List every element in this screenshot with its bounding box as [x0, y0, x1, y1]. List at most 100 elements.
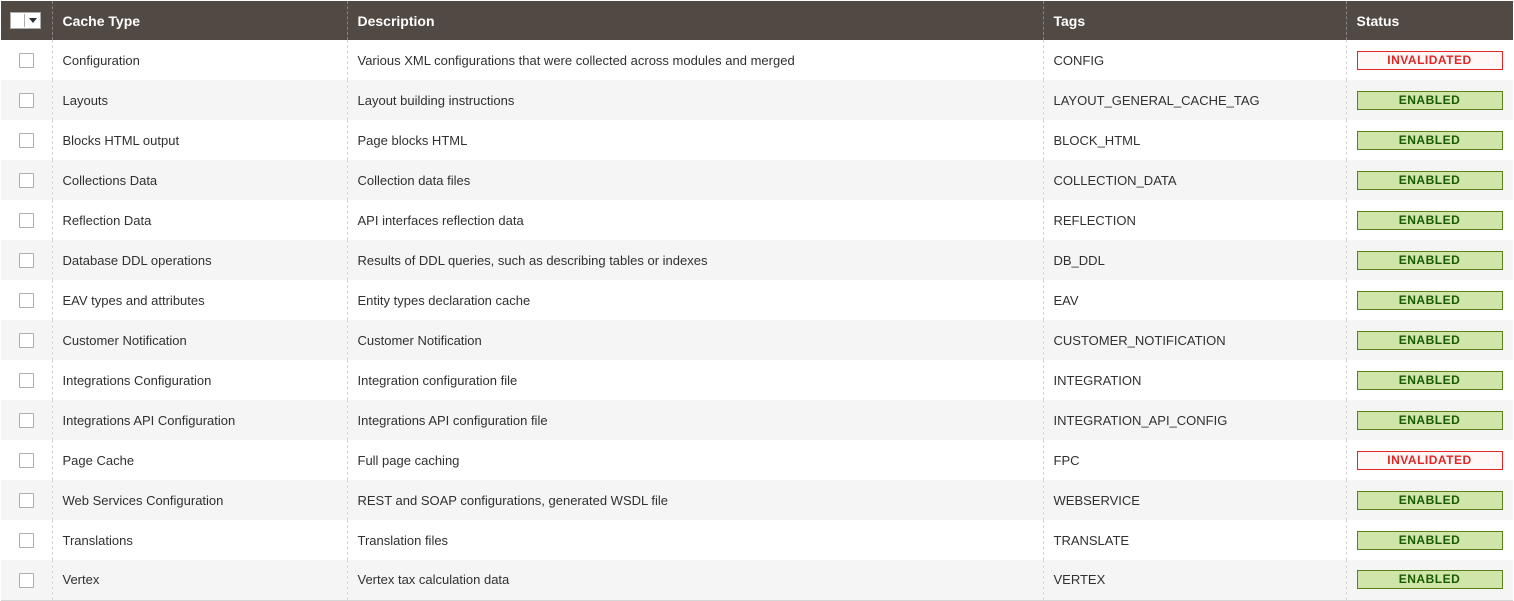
description-cell: API interfaces reflection data — [346, 200, 1043, 240]
grid-body: Configuration Various XML configurations … — [1, 40, 1513, 601]
column-header-cache-type[interactable]: Cache Type — [51, 1, 347, 40]
cache-grid: Cache Type Description Tags Status Confi… — [1, 1, 1513, 601]
cache-type-cell: Vertex — [51, 560, 347, 601]
mass-select-header — [1, 1, 52, 40]
status-cell: INVALIDATED — [1345, 40, 1513, 80]
column-header-status[interactable]: Status — [1345, 1, 1513, 40]
row-checkbox[interactable] — [18, 53, 34, 69]
table-row[interactable]: Blocks HTML output Page blocks HTML BLOCK_… — [1, 120, 1513, 160]
cache-type-cell: Collections Data — [51, 160, 347, 200]
row-checkbox[interactable] — [18, 133, 34, 149]
row-checkbox[interactable] — [18, 413, 34, 429]
status-cell: ENABLED — [1345, 160, 1513, 200]
row-checkbox[interactable] — [18, 373, 34, 389]
description-cell: Layout building instructions — [346, 80, 1043, 120]
table-row[interactable]: Configuration Various XML configurations … — [1, 40, 1513, 80]
tags-cell: COLLECTION_DATA — [1042, 160, 1346, 200]
cache-type-cell: EAV types and attributes — [51, 280, 347, 320]
table-row[interactable]: Web Services Configuration REST and SOAP … — [1, 480, 1513, 520]
status-cell: ENABLED — [1345, 200, 1513, 240]
description-cell: Translation files — [346, 520, 1043, 560]
status-badge: ENABLED — [1356, 170, 1503, 190]
cache-type-cell: Translations — [51, 520, 347, 560]
row-select-cell — [1, 320, 52, 360]
status-badge: ENABLED — [1356, 410, 1503, 430]
row-checkbox[interactable] — [18, 253, 34, 269]
row-select-cell — [1, 560, 52, 601]
description-cell: Customer Notification — [346, 320, 1043, 360]
status-cell: ENABLED — [1345, 240, 1513, 280]
description-cell: Various XML configurations that were col… — [346, 40, 1043, 80]
status-cell: INVALIDATED — [1345, 440, 1513, 480]
row-select-cell — [1, 40, 52, 80]
tags-cell: CONFIG — [1042, 40, 1346, 80]
mass-select-checkbox[interactable] — [11, 14, 25, 28]
grid-header-row: Cache Type Description Tags Status — [1, 1, 1513, 40]
mass-select-control[interactable] — [10, 12, 41, 30]
row-checkbox[interactable] — [18, 93, 34, 109]
status-badge: ENABLED — [1356, 570, 1503, 590]
status-badge: ENABLED — [1356, 530, 1503, 550]
row-select-cell — [1, 200, 52, 240]
status-badge: INVALIDATED — [1356, 450, 1503, 470]
status-badge: ENABLED — [1356, 250, 1503, 270]
row-checkbox[interactable] — [18, 213, 34, 229]
status-cell: ENABLED — [1345, 280, 1513, 320]
status-badge: INVALIDATED — [1356, 50, 1503, 70]
row-select-cell — [1, 480, 52, 520]
cache-type-cell: Customer Notification — [51, 320, 347, 360]
row-checkbox[interactable] — [18, 293, 34, 309]
table-row[interactable]: Vertex Vertex tax calculation data VERTEX E… — [1, 560, 1513, 601]
chevron-down-icon[interactable] — [25, 14, 40, 28]
row-select-cell — [1, 520, 52, 560]
tags-cell: INTEGRATION — [1042, 360, 1346, 400]
column-header-description[interactable]: Description — [346, 1, 1043, 40]
table-row[interactable]: Reflection Data API interfaces reflection… — [1, 200, 1513, 240]
status-badge: ENABLED — [1356, 490, 1503, 510]
status-badge: ENABLED — [1356, 90, 1503, 110]
tags-cell: LAYOUT_GENERAL_CACHE_TAG — [1042, 80, 1346, 120]
tags-cell: VERTEX — [1042, 560, 1346, 601]
table-row[interactable]: Collections Data Collection data files COL… — [1, 160, 1513, 200]
row-checkbox[interactable] — [18, 493, 34, 509]
status-badge: ENABLED — [1356, 370, 1503, 390]
tags-cell: FPC — [1042, 440, 1346, 480]
row-checkbox[interactable] — [18, 173, 34, 189]
description-cell: Vertex tax calculation data — [346, 560, 1043, 601]
table-row[interactable]: Translations Translation files TRANSLATE EN… — [1, 520, 1513, 560]
status-cell: ENABLED — [1345, 480, 1513, 520]
row-checkbox[interactable] — [18, 533, 34, 549]
tags-cell: WEBSERVICE — [1042, 480, 1346, 520]
description-cell: Results of DDL queries, such as describi… — [346, 240, 1043, 280]
row-select-cell — [1, 440, 52, 480]
cache-type-cell: Configuration — [51, 40, 347, 80]
status-cell: ENABLED — [1345, 80, 1513, 120]
status-badge: ENABLED — [1356, 130, 1503, 150]
status-badge: ENABLED — [1356, 210, 1503, 230]
table-row[interactable]: Customer Notification Customer Notificati… — [1, 320, 1513, 360]
table-row[interactable]: Database DDL operations Results of DDL qu… — [1, 240, 1513, 280]
column-header-tags[interactable]: Tags — [1042, 1, 1346, 40]
tags-cell: TRANSLATE — [1042, 520, 1346, 560]
row-select-cell — [1, 400, 52, 440]
status-cell: ENABLED — [1345, 360, 1513, 400]
table-row[interactable]: Page Cache Full page caching FPC INVALIDATE… — [1, 440, 1513, 480]
cache-type-cell: Database DDL operations — [51, 240, 347, 280]
row-checkbox[interactable] — [18, 453, 34, 469]
tags-cell: DB_DDL — [1042, 240, 1346, 280]
row-checkbox[interactable] — [18, 572, 34, 588]
status-cell: ENABLED — [1345, 520, 1513, 560]
table-row[interactable]: EAV types and attributes Entity types dec… — [1, 280, 1513, 320]
cache-type-cell: Web Services Configuration — [51, 480, 347, 520]
status-badge: ENABLED — [1356, 330, 1503, 350]
description-cell: Integration configuration file — [346, 360, 1043, 400]
row-checkbox[interactable] — [18, 333, 34, 349]
cache-type-cell: Integrations Configuration — [51, 360, 347, 400]
tags-cell: REFLECTION — [1042, 200, 1346, 240]
tags-cell: EAV — [1042, 280, 1346, 320]
status-badge: ENABLED — [1356, 290, 1503, 310]
table-row[interactable]: Integrations API Configuration Integratio… — [1, 400, 1513, 440]
table-row[interactable]: Integrations Configuration Integration co… — [1, 360, 1513, 400]
table-row[interactable]: Layouts Layout building instructions LAYOU… — [1, 80, 1513, 120]
row-select-cell — [1, 360, 52, 400]
